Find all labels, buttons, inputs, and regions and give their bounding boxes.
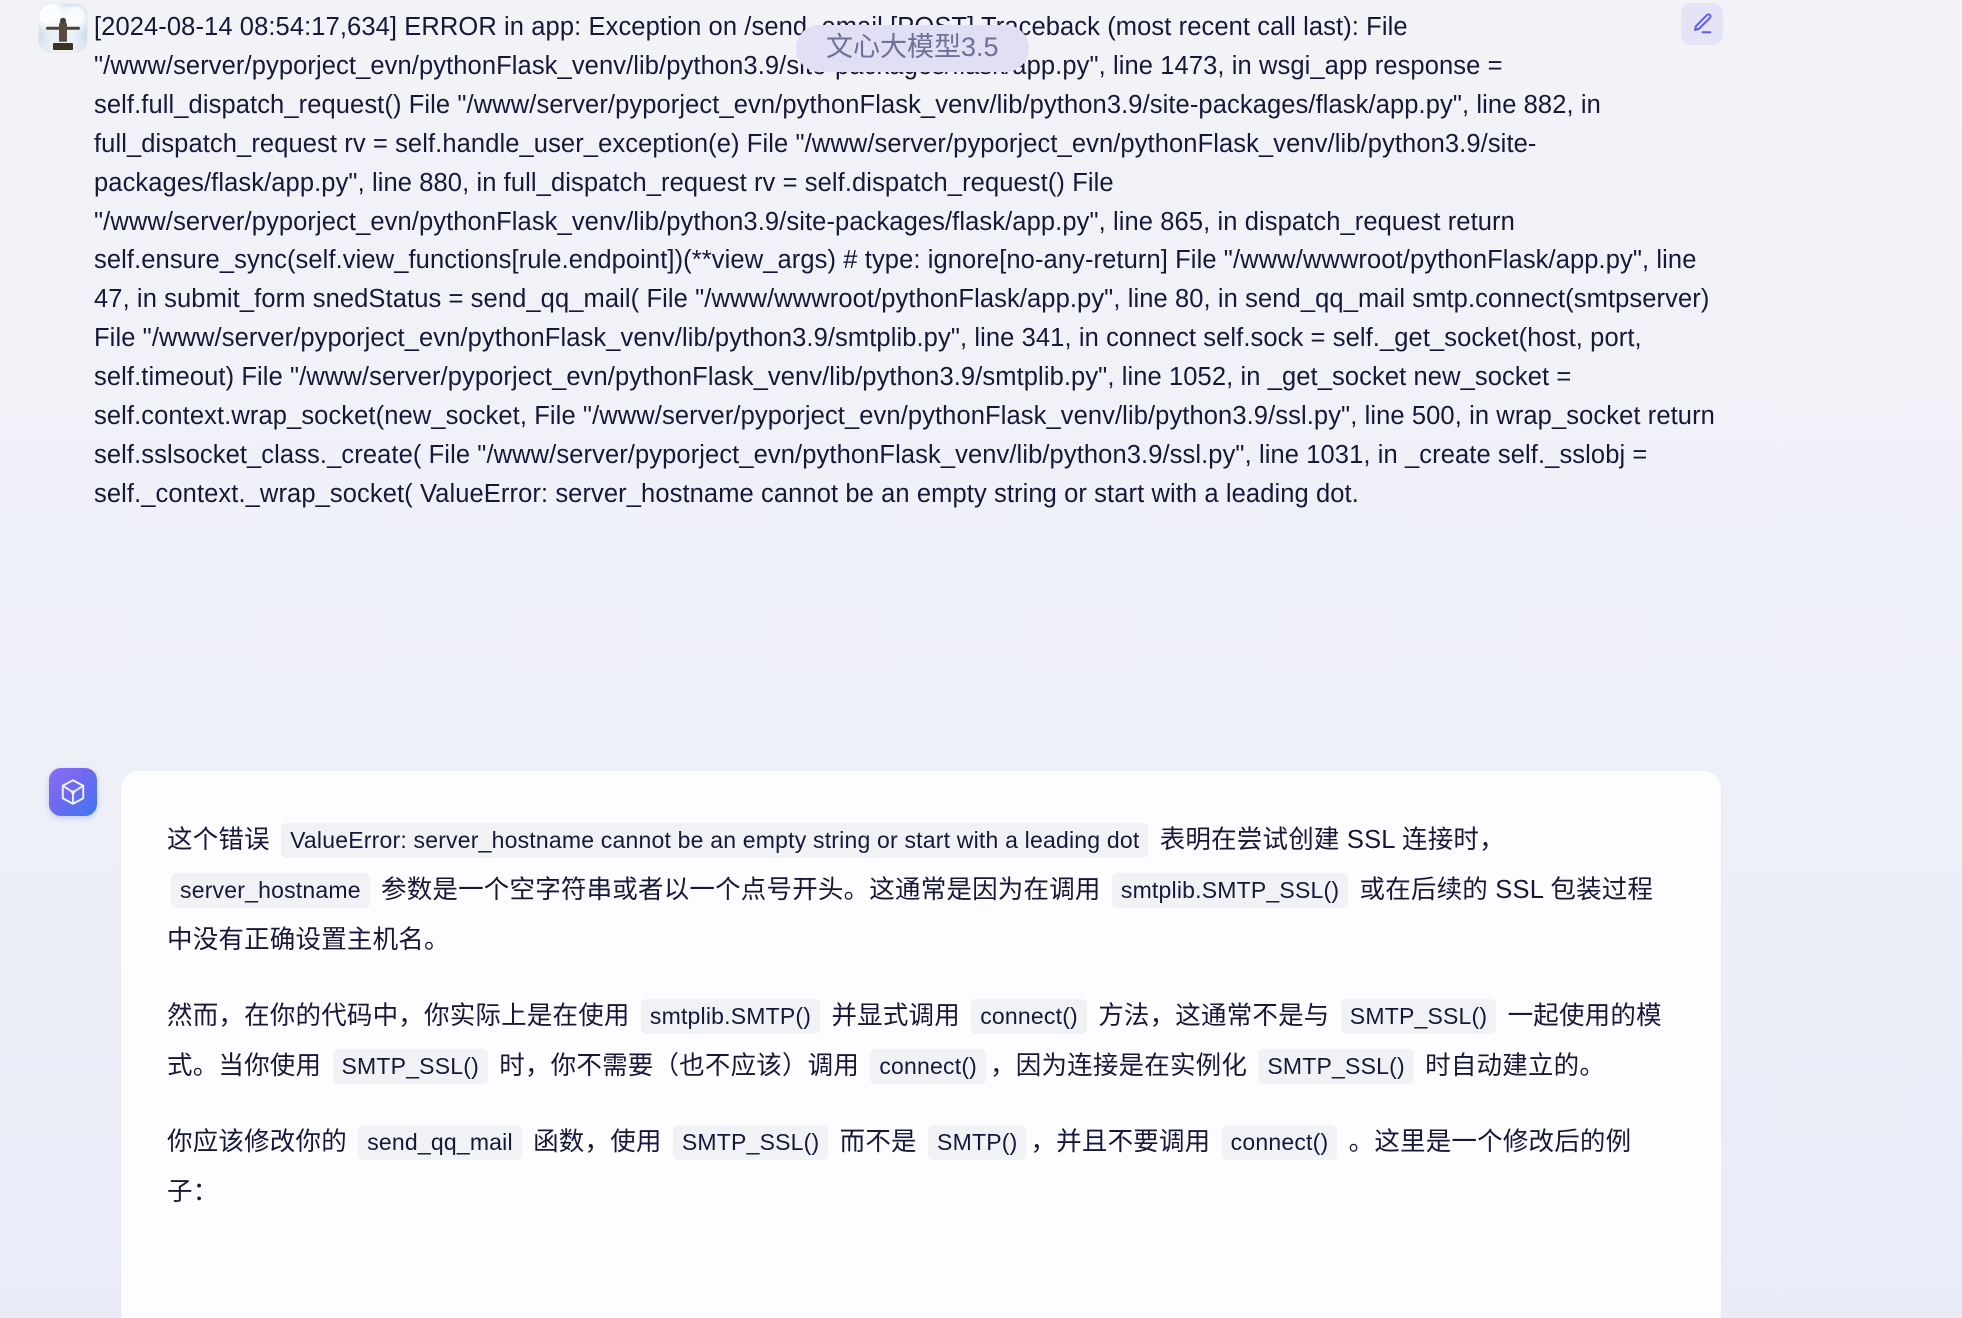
inline-code: SMTP_SSL() — [332, 1049, 488, 1084]
inline-code: connect() — [870, 1049, 987, 1084]
edit-message-button[interactable] — [1681, 3, 1723, 45]
avatar-figure-base — [53, 43, 73, 50]
chat-page: [2024-08-14 08:54:17,634] ERROR in app: … — [0, 0, 1962, 1318]
assistant-avatar — [49, 768, 97, 816]
avatar-figure — [46, 17, 80, 44]
inline-code: send_qq_mail — [358, 1125, 522, 1160]
user-message-text: [2024-08-14 08:54:17,634] ERROR in app: … — [94, 13, 1715, 508]
avatar-figure-torso — [59, 21, 67, 42]
answer-paragraph-3: 你应该修改你的 send_qq_mail 函数，使用 SMTP_SSL() 而不… — [167, 1117, 1675, 1217]
inline-code: connect() — [971, 999, 1087, 1034]
inline-code: SMTP_SSL() — [1340, 999, 1497, 1034]
inline-code: SMTP() — [928, 1125, 1027, 1160]
answer-paragraph-1: 这个错误 ValueError: server_hostname cannot … — [167, 815, 1675, 965]
assistant-answer-card: 这个错误 ValueError: server_hostname cannot … — [121, 771, 1721, 1318]
model-name-badge: 文心大模型3.5 — [796, 25, 1029, 72]
inline-code: smtplib.SMTP_SSL() — [1111, 873, 1349, 908]
inline-code: SMTP_SSL() — [672, 1125, 829, 1160]
avatar-figure-head — [60, 17, 66, 24]
cube-logo-icon — [58, 777, 88, 807]
answer-paragraph-2: 然而，在你的代码中，你实际上是在使用 smtplib.SMTP() 并显式调用 … — [167, 991, 1675, 1091]
inline-code: SMTP_SSL() — [1258, 1049, 1414, 1084]
pencil-icon — [1689, 11, 1715, 37]
inline-code: ValueError: server_hostname cannot be an… — [281, 823, 1149, 858]
inline-code: server_hostname — [171, 873, 370, 908]
inline-code: connect() — [1221, 1125, 1338, 1160]
inline-code: smtplib.SMTP() — [640, 999, 821, 1034]
user-avatar — [39, 4, 87, 52]
